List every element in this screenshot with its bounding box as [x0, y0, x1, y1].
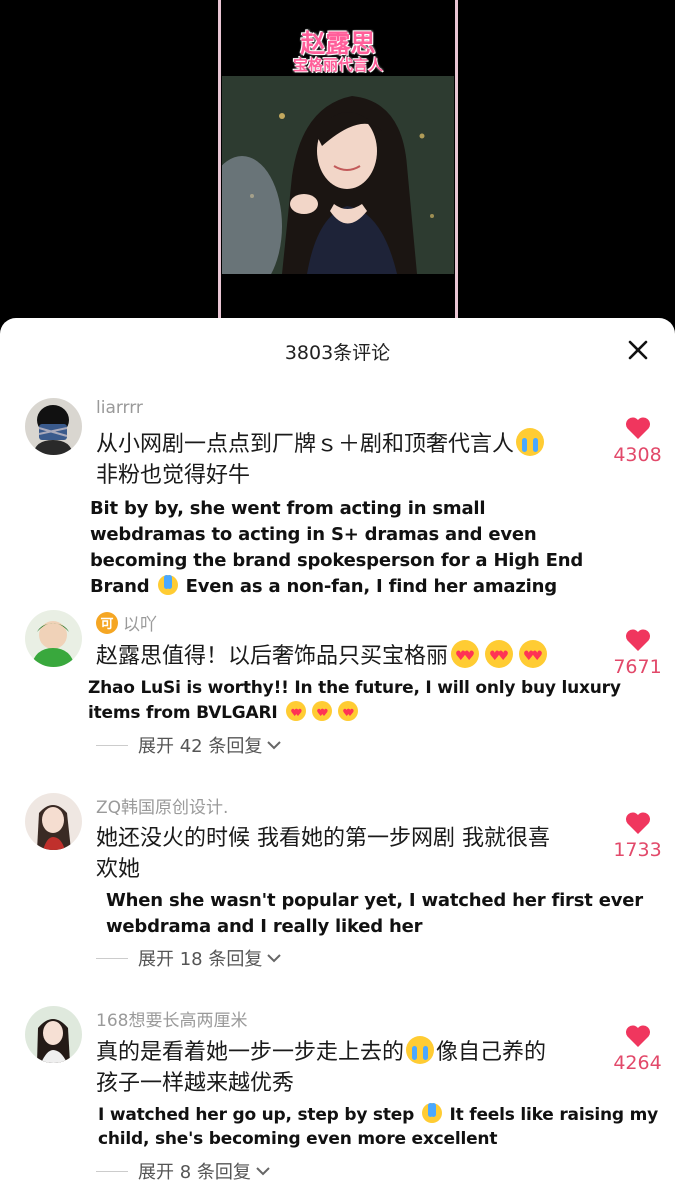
video-subtitle: 宝格丽代言人 [292, 56, 383, 74]
divider [96, 957, 128, 959]
translation-text: When she wasn't popular yet, I watched h… [106, 890, 643, 937]
translation-text: I watched her go up, step by step It fee… [98, 1103, 658, 1149]
divider [96, 1170, 128, 1172]
avatar[interactable] [25, 1006, 82, 1063]
badge-icon: 可 [96, 611, 118, 634]
chevron-down-icon [256, 1167, 270, 1176]
avatar[interactable] [25, 398, 82, 455]
comment-text: 赵露思值得！以后奢饰品只买宝格丽 [96, 640, 596, 672]
heart-eyes-emoji-icon [286, 701, 307, 726]
heart-eyes-emoji-icon [485, 640, 514, 672]
comment-text: 从小网剧一点点到厂牌ｓ＋剧和顶奢代言人 非粉也觉得好牛 [96, 428, 596, 491]
chevron-down-icon [267, 954, 282, 963]
comment-text: 她还没火的时候 我看她的第一步网剧 我就很喜 欢她 [96, 826, 550, 882]
comment-text: 真的是看着她一步一步走上去的 像自己养的 孩子一样越来越优秀 [96, 1036, 596, 1099]
translation-text: Bit by by, she went from acting in small… [90, 498, 584, 597]
video-photo [222, 76, 454, 274]
crying-emoji-icon [406, 1036, 435, 1064]
like-count: 1733 [613, 839, 662, 861]
username[interactable]: ZQ韩国原创设计. [96, 793, 228, 818]
heart-eyes-emoji-icon [312, 701, 333, 726]
translation-text: Zhao LuSi is worthy!! In the future, I w… [88, 676, 621, 726]
like-button[interactable]: 4264 [600, 1024, 675, 1074]
comments-count-title: 3803条评论 [284, 342, 391, 364]
avatar[interactable] [25, 610, 82, 667]
video-frame: 赵露思 宝格丽代言人 [218, 0, 458, 330]
username[interactable]: 168想要长高两厘米 [96, 1006, 247, 1031]
heart-icon [625, 1025, 650, 1047]
like-count: 7671 [613, 656, 662, 678]
username[interactable]: 可 以吖 [96, 610, 157, 635]
comment-item: 可 以吖 赵露思值得！以后奢饰品只买宝格丽 Zhao LuSi is worth… [0, 610, 675, 760]
crying-emoji-icon [516, 428, 545, 456]
comments-header: 3803条评论 [0, 318, 675, 382]
chevron-down-icon [267, 741, 282, 750]
crying-emoji-icon [421, 1103, 442, 1123]
video-player[interactable]: 赵露思 宝格丽代言人 [0, 0, 675, 340]
heart-icon [625, 812, 650, 834]
close-icon [628, 340, 648, 360]
like-button[interactable]: 4308 [600, 416, 675, 466]
avatar[interactable] [25, 793, 82, 850]
expand-replies-button[interactable]: 展开 42 条回复 [96, 732, 282, 758]
portrait-image [222, 76, 454, 274]
like-count: 4308 [613, 444, 662, 466]
expand-replies-button[interactable]: 展开 8 条回复 [96, 1158, 271, 1184]
heart-eyes-emoji-icon [451, 640, 480, 672]
heart-eyes-emoji-icon [338, 701, 359, 726]
divider [96, 744, 128, 746]
username[interactable]: liarrrr [96, 398, 143, 418]
like-button[interactable]: 7671 [600, 628, 675, 678]
close-button[interactable] [622, 334, 654, 366]
like-count: 4264 [613, 1052, 662, 1074]
comment-item: 168想要长高两厘米 真的是看着她一步一步走上去的 像自己养的 孩子一样越来越优秀… [0, 1006, 675, 1186]
heart-eyes-emoji-icon [519, 640, 548, 672]
heart-icon [625, 629, 650, 651]
comment-item: liarrrr 从小网剧一点点到厂牌ｓ＋剧和顶奢代言人 非粉也觉得好牛 Bit … [0, 398, 675, 608]
heart-icon [625, 417, 650, 439]
expand-replies-button[interactable]: 展开 18 条回复 [96, 945, 282, 971]
comments-sheet: 3803条评论 liarrrr 从小网剧一点点到厂牌ｓ＋剧和顶奢代言人 非粉也觉… [0, 318, 675, 1200]
crying-emoji-icon [157, 575, 178, 595]
like-button[interactable]: 1733 [600, 811, 675, 861]
comment-item: ZQ韩国原创设计. 她还没火的时候 我看她的第一步网剧 我就很喜 欢她 When… [0, 793, 675, 973]
